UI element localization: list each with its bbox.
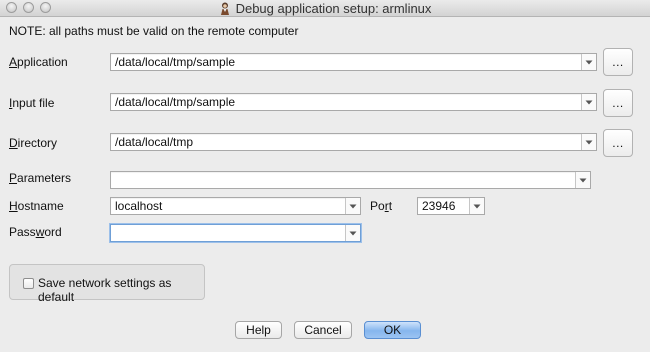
hostname-combo[interactable]: localhost — [110, 197, 361, 215]
input-file-combo[interactable]: /data/local/tmp/sample — [110, 93, 597, 111]
directory-value: /data/local/tmp — [115, 135, 194, 149]
password-label-start: Pass — [9, 225, 36, 239]
parameters-label-text: arameters — [17, 171, 72, 185]
application-label-mnemonic: A — [9, 55, 18, 69]
application-label-text: pplication — [17, 55, 68, 69]
input-file-value: /data/local/tmp/sample — [115, 95, 236, 109]
directory-label-text: irectory — [17, 136, 58, 150]
save-network-settings-label[interactable]: Save network settings as default — [38, 276, 204, 304]
ida-debugger-icon — [220, 2, 229, 15]
port-label: Port — [370, 199, 392, 213]
input-file-label: Input file — [9, 96, 54, 110]
application-value: /data/local/tmp/sample — [115, 55, 236, 69]
hostname-value: localhost — [115, 199, 163, 213]
password-label: Password — [9, 225, 62, 239]
remote-path-note: NOTE: all paths must be valid on the rem… — [9, 24, 299, 38]
input-file-label-text: nput file — [12, 96, 55, 110]
help-button[interactable]: Help — [235, 321, 282, 339]
chevron-down-icon[interactable] — [575, 172, 590, 188]
parameters-combo[interactable] — [110, 171, 591, 189]
chevron-down-icon[interactable] — [581, 134, 596, 150]
hostname-label-text: ostname — [17, 199, 64, 213]
input-file-browse-button[interactable]: ... — [603, 89, 633, 117]
chevron-down-icon[interactable] — [345, 198, 360, 214]
chevron-down-icon[interactable] — [581, 94, 596, 110]
network-settings-group: Save network settings as default — [9, 264, 205, 304]
cancel-button[interactable]: Cancel — [294, 321, 352, 339]
ok-button[interactable]: OK — [364, 321, 421, 339]
directory-combo[interactable]: /data/local/tmp — [110, 133, 597, 151]
save-network-settings-checkbox[interactable] — [23, 278, 34, 289]
application-label: Application — [9, 55, 68, 69]
parameters-label-mnemonic: P — [9, 171, 18, 185]
port-label-start: Po — [370, 199, 385, 213]
chevron-down-icon[interactable] — [469, 198, 484, 214]
chevron-down-icon[interactable] — [581, 54, 596, 70]
title-bar: Debug application setup: armlinux — [0, 0, 650, 17]
password-combo[interactable] — [110, 224, 361, 242]
directory-label-mnemonic: D — [9, 136, 18, 150]
port-label-end: t — [388, 199, 393, 213]
chevron-down-icon[interactable] — [345, 225, 360, 241]
parameters-label: Parameters — [9, 171, 71, 185]
application-combo[interactable]: /data/local/tmp/sample — [110, 53, 597, 71]
directory-browse-button[interactable]: ... — [603, 129, 633, 157]
directory-label: Directory — [9, 136, 57, 150]
port-combo[interactable]: 23946 — [417, 197, 485, 215]
application-browse-button[interactable]: ... — [603, 48, 633, 76]
hostname-label-mnemonic: H — [9, 199, 18, 213]
window-title: Debug application setup: armlinux — [235, 0, 432, 16]
password-label-end: ord — [44, 225, 62, 239]
debug-setup-dialog: Debug application setup: armlinux NOTE: … — [0, 0, 650, 352]
port-value: 23946 — [422, 199, 456, 213]
title-container: Debug application setup: armlinux — [0, 0, 650, 16]
hostname-label: Hostname — [9, 199, 64, 213]
